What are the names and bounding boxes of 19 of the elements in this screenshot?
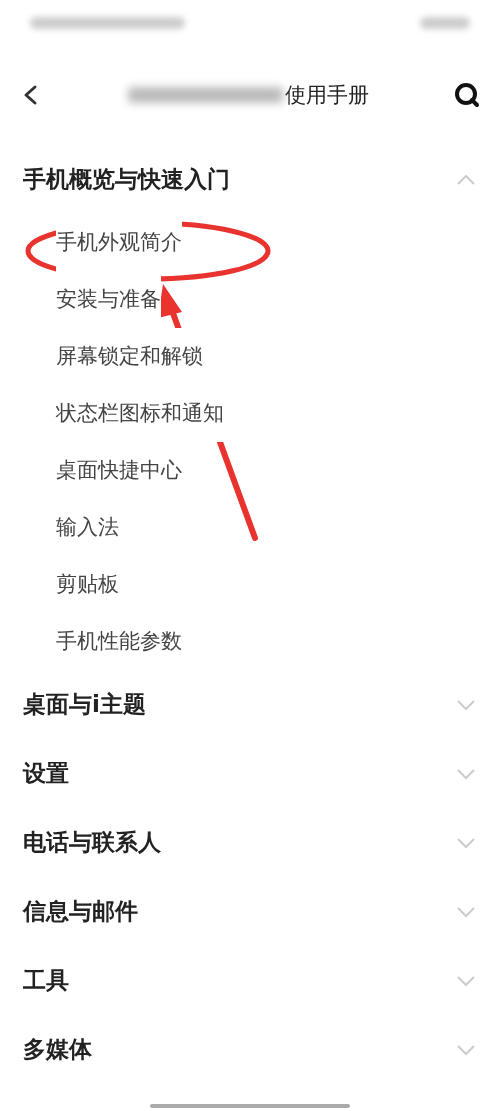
section-header[interactable]: 电话与联系人 bbox=[0, 808, 500, 877]
section-title: 电话与联系人 bbox=[23, 828, 161, 857]
section-title: 信息与邮件 bbox=[23, 897, 138, 926]
section-title: 桌面与i主题 bbox=[23, 690, 146, 719]
section-header[interactable]: 工具 bbox=[0, 946, 500, 1015]
section-header[interactable]: 桌面与i主题 bbox=[0, 670, 500, 739]
section-header[interactable]: 手机概览与快速入门 bbox=[0, 145, 500, 214]
section-header[interactable]: 多媒体 bbox=[0, 1015, 500, 1084]
subsection-item[interactable]: 屏幕锁定和解锁 bbox=[56, 328, 203, 385]
header-title: 使用手册 bbox=[284, 82, 369, 109]
section-title: 多媒体 bbox=[23, 1035, 92, 1064]
section-title: 工具 bbox=[23, 966, 69, 995]
section-title: 手机概览与快速入门 bbox=[23, 165, 230, 194]
blurred-status-icons bbox=[420, 16, 470, 29]
subsection-item[interactable]: 状态栏图标和通知 bbox=[56, 385, 224, 442]
search-button[interactable] bbox=[454, 82, 480, 108]
section-header[interactable]: 设置 bbox=[0, 739, 500, 808]
section-header[interactable]: 信息与邮件 bbox=[0, 877, 500, 946]
section-title: 设置 bbox=[23, 759, 69, 788]
